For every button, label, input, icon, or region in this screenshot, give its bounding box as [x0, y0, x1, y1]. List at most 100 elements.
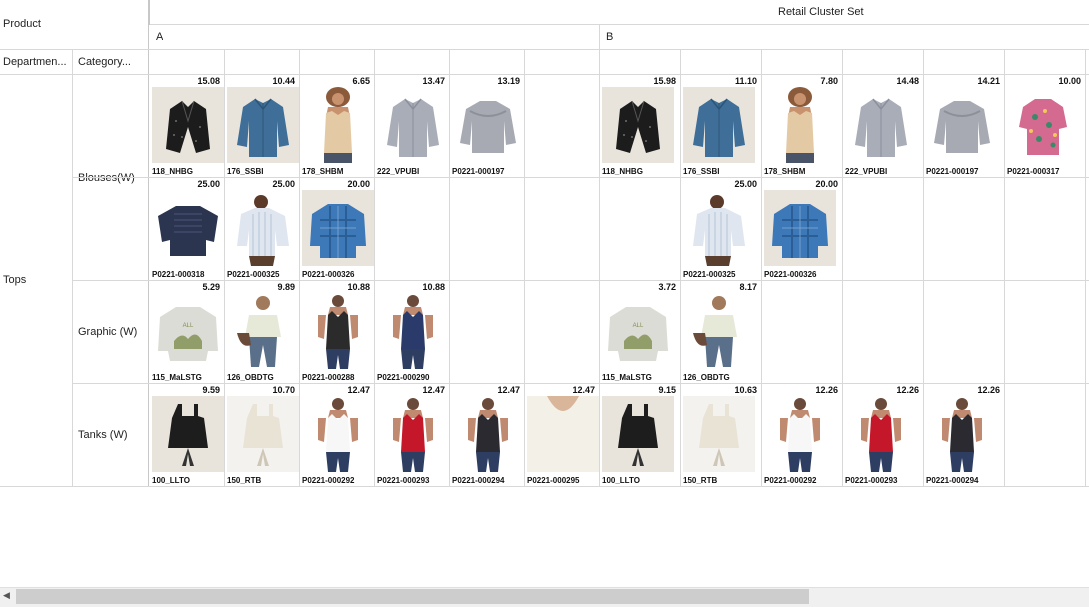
product-cell[interactable]: 15.98 118_NHBG: [600, 75, 681, 178]
product-cell[interactable]: 13.19 P0221-000197: [450, 75, 525, 178]
product-image[interactable]: [683, 396, 755, 472]
product-code: P0221-000293: [377, 476, 430, 485]
product-price: 9.15: [658, 385, 676, 395]
product-image[interactable]: [764, 87, 836, 163]
product-cell[interactable]: 8.17 126_OBDTG: [681, 281, 762, 384]
product-cell[interactable]: 15.08 118_NHBG: [150, 75, 225, 178]
product-cell[interactable]: 12.26 P0221-000293: [843, 384, 924, 487]
category-label-tanks: Tanks (W): [78, 429, 128, 441]
product-cell[interactable]: 20.00 P0221-000326: [300, 178, 375, 281]
product-price: 8.17: [739, 282, 757, 292]
product-price: 12.26: [977, 385, 1000, 395]
product-image[interactable]: [602, 396, 674, 472]
product-image[interactable]: [227, 87, 299, 163]
product-image[interactable]: [764, 396, 836, 472]
product-cell[interactable]: 5.29 ALL 115_MaLSTG: [150, 281, 225, 384]
product-price: 10.44: [272, 76, 295, 86]
product-price: 10.88: [422, 282, 445, 292]
column-dimension-title[interactable]: Retail Cluster Set: [778, 6, 864, 18]
product-image[interactable]: [683, 190, 755, 266]
product-cell[interactable]: 25.00 P0221-000318: [150, 178, 225, 281]
product-image[interactable]: [452, 87, 524, 163]
product-cell[interactable]: 12.47 P0221-000292: [300, 384, 375, 487]
product-image[interactable]: [227, 396, 299, 472]
scroll-left-arrow-icon[interactable]: ◀: [3, 590, 10, 601]
product-code: 115_MaLSTG: [152, 373, 202, 382]
product-image[interactable]: [845, 396, 917, 472]
product-price: 3.72: [658, 282, 676, 292]
product-image[interactable]: ALL: [602, 293, 674, 369]
product-cell[interactable]: 10.88 P0221-000290: [375, 281, 450, 384]
product-price: 25.00: [272, 179, 295, 189]
product-image[interactable]: [602, 87, 674, 163]
product-cell[interactable]: 25.00 P0221-000325: [225, 178, 300, 281]
product-cell[interactable]: 10.88 P0221-000288: [300, 281, 375, 384]
product-code: 176_SSBI: [227, 167, 264, 176]
product-image[interactable]: [527, 396, 599, 472]
product-image[interactable]: [845, 87, 917, 163]
product-cell[interactable]: 25.00 P0221-000325: [681, 178, 762, 281]
scrollbar-thumb[interactable]: [16, 589, 809, 604]
product-image[interactable]: [452, 396, 524, 472]
product-price: 20.00: [347, 179, 370, 189]
product-cell[interactable]: 12.47 P0221-000293: [375, 384, 450, 487]
product-image[interactable]: [302, 190, 374, 266]
product-image[interactable]: [302, 87, 374, 163]
product-image[interactable]: [1007, 87, 1079, 163]
product-code: P0221-000292: [302, 476, 355, 485]
product-price: 12.26: [815, 385, 838, 395]
product-cell[interactable]: 12.26 P0221-000292: [762, 384, 843, 487]
product-cell[interactable]: 14.48 222_VPUBI: [843, 75, 924, 178]
product-image[interactable]: ALL: [152, 293, 224, 369]
product-cell[interactable]: 13.47 222_VPUBI: [375, 75, 450, 178]
category-column-header[interactable]: Category...: [78, 56, 146, 68]
product-code: P0221-000197: [926, 167, 979, 176]
product-price: 13.19: [497, 76, 520, 86]
product-cell[interactable]: 12.47 P0221-000294: [450, 384, 525, 487]
product-price: 15.98: [653, 76, 676, 86]
product-image[interactable]: [377, 87, 449, 163]
product-image[interactable]: [683, 293, 755, 369]
row-dimension-label[interactable]: Product: [3, 18, 41, 30]
product-price: 12.47: [497, 385, 520, 395]
product-cell[interactable]: 7.80 178_SHBM: [762, 75, 843, 178]
product-cell[interactable]: 10.70 150_RTB: [225, 384, 300, 487]
grid-line: [150, 24, 1089, 25]
product-image[interactable]: [683, 87, 755, 163]
product-image[interactable]: [926, 396, 998, 472]
product-cell[interactable]: 9.89 126_OBDTG: [225, 281, 300, 384]
category-label-blouses: Blouses(W): [78, 172, 135, 184]
product-image[interactable]: [764, 190, 836, 266]
product-image[interactable]: [377, 396, 449, 472]
product-cell[interactable]: 10.63 150_RTB: [681, 384, 762, 487]
department-column-header[interactable]: Departmen...: [3, 56, 71, 68]
product-cell[interactable]: 10.44 176_SSBI: [225, 75, 300, 178]
cluster-header-a[interactable]: A: [156, 31, 163, 43]
product-cell[interactable]: 6.65 178_SHBM: [300, 75, 375, 178]
product-code: 126_OBDTG: [227, 373, 274, 382]
product-cell[interactable]: 12.26 P0221-000294: [924, 384, 1005, 487]
product-image[interactable]: [302, 396, 374, 472]
product-image[interactable]: [227, 293, 299, 369]
product-cell[interactable]: 3.72 ALL 115_MaLSTG: [600, 281, 681, 384]
product-image[interactable]: [152, 190, 224, 266]
product-cell[interactable]: 12.47 P0221-000295: [525, 384, 600, 487]
product-image[interactable]: [152, 87, 224, 163]
cluster-header-b[interactable]: B: [606, 31, 613, 43]
product-cell[interactable]: 9.15 100_LLTO: [600, 384, 681, 487]
department-label-tops: Tops: [3, 274, 27, 286]
product-cell[interactable]: 9.59 100_LLTO: [150, 384, 225, 487]
product-image[interactable]: [227, 190, 299, 266]
product-image[interactable]: [377, 293, 449, 369]
svg-text:ALL: ALL: [633, 323, 644, 329]
product-cell[interactable]: 14.21 P0221-000197: [924, 75, 1005, 178]
product-image[interactable]: [152, 396, 224, 472]
grid-line: [149, 0, 150, 25]
product-image[interactable]: [302, 293, 374, 369]
product-cell[interactable]: 10.00 P0221-000317: [1005, 75, 1086, 178]
product-cell[interactable]: 11.10 176_SSBI: [681, 75, 762, 178]
product-cell[interactable]: 20.00 P0221-000326: [762, 178, 843, 281]
product-code: 100_LLTO: [152, 476, 190, 485]
product-price: 10.88: [347, 282, 370, 292]
product-image[interactable]: [926, 87, 998, 163]
